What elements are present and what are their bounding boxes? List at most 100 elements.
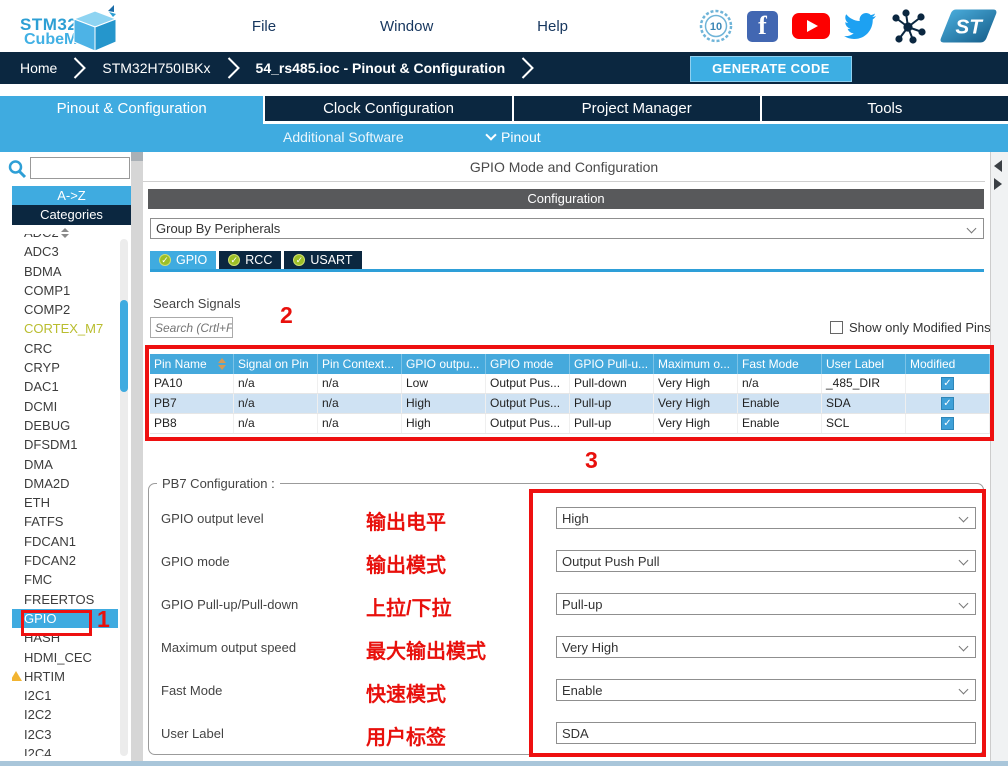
- splitter-handle[interactable]: [131, 152, 143, 161]
- st-logo[interactable]: ST: [940, 7, 998, 45]
- sidebar-item-debug[interactable]: DEBUG: [12, 416, 118, 435]
- sidebar-item-cryp[interactable]: CRYP: [12, 358, 118, 377]
- sidebar-item-fdcan2[interactable]: FDCAN2: [12, 551, 118, 570]
- sidebar-item-fatfs[interactable]: FATFS: [12, 512, 118, 531]
- sidebar-item-label: DMA2D: [24, 476, 70, 491]
- cube-icon: [64, 5, 126, 53]
- show-only-modified-label: Show only Modified Pins: [849, 320, 991, 335]
- sidebar-item-comp2[interactable]: COMP2: [12, 300, 118, 319]
- sidebar-item-label: DFSDM1: [24, 437, 77, 452]
- sidebar-item-adc3[interactable]: ADC3: [12, 242, 118, 261]
- sidebar-item-label: I2C4: [24, 746, 51, 756]
- tab-project-manager[interactable]: Project Manager: [514, 96, 762, 124]
- sidebar-item-i2c2[interactable]: I2C2: [12, 705, 118, 724]
- sidebar-item-i2c1[interactable]: I2C1: [12, 686, 118, 705]
- tab-tools[interactable]: Tools: [762, 96, 1008, 124]
- sort-az-button[interactable]: A->Z: [12, 186, 131, 205]
- show-only-modified-checkbox[interactable]: [830, 321, 843, 334]
- config-label: User Label: [161, 726, 224, 741]
- sidebar-item-label: ADC3: [24, 244, 59, 259]
- sidebar-search-input[interactable]: [30, 157, 130, 179]
- expand-right-arrow-icon[interactable]: [994, 178, 1002, 190]
- additional-software-link[interactable]: Additional Software: [283, 129, 404, 145]
- annotation-number-3: 3: [585, 447, 598, 474]
- config-annotation-cn: 输出电平: [366, 506, 446, 535]
- stm32cubemx-window: STM32 CubeMX File Window Help 10 f: [0, 0, 1008, 771]
- panel-splitter[interactable]: [131, 152, 143, 761]
- sidebar-item-bdma[interactable]: BDMA: [12, 262, 118, 281]
- breadcrumb-item[interactable]: Home: [20, 60, 57, 76]
- breadcrumb: Home STM32H750IBKx 54_rs485.ioc - Pinout &…: [0, 52, 534, 84]
- tab-usart[interactable]: ✓ USART: [284, 251, 361, 269]
- tab-rcc[interactable]: ✓ RCC: [219, 251, 281, 269]
- sidebar-item-dcmi[interactable]: DCMI: [12, 397, 118, 416]
- sidebar-item-comp1[interactable]: COMP1: [12, 281, 118, 300]
- youtube-icon[interactable]: [792, 13, 830, 39]
- signals-search-input[interactable]: [150, 317, 233, 338]
- collapse-left-arrow-icon[interactable]: [994, 160, 1002, 172]
- sidebar-item-label: CORTEX_M7: [24, 321, 103, 336]
- sidebar-item-cortex_m7[interactable]: CORTEX_M7: [12, 319, 118, 338]
- sidebar-item-label: DMA: [24, 457, 53, 472]
- warning-icon: [12, 671, 22, 681]
- top-icons: 10 f ST: [699, 0, 998, 52]
- menu-bar: STM32 CubeMX File Window Help 10 f: [0, 0, 1008, 52]
- tab-pinout-configuration[interactable]: Pinout & Configuration: [0, 96, 265, 124]
- sidebar-item-dma[interactable]: DMA: [12, 455, 118, 474]
- menu-bar-items: File Window Help: [200, 0, 620, 52]
- menu-help[interactable]: Help: [537, 18, 568, 35]
- sidebar-item-hdmi_cec[interactable]: HDMI_CEC: [12, 648, 118, 667]
- sidebar-item-i2c4[interactable]: I2C4: [12, 744, 118, 756]
- sidebar-item-dma2d[interactable]: DMA2D: [12, 474, 118, 493]
- twitter-icon[interactable]: [844, 10, 876, 42]
- ten-years-badge-icon[interactable]: 10: [699, 9, 733, 43]
- sidebar-item-label: FREERTOS: [24, 592, 94, 607]
- sidebar-item-fdcan1[interactable]: FDCAN1: [12, 532, 118, 551]
- sidebar-item-label: CRYP: [24, 360, 60, 375]
- sidebar-scrollbar-thumb[interactable]: [120, 300, 128, 392]
- sidebar-item-crc[interactable]: CRC: [12, 339, 118, 358]
- configuration-section-header: Configuration: [148, 189, 984, 209]
- svg-text:10: 10: [710, 21, 722, 33]
- annotation-number-1: 1: [97, 606, 110, 633]
- sidebar-item-i2c3[interactable]: I2C3: [12, 725, 118, 744]
- sub-bar: Additional Software Pinout: [0, 124, 1008, 152]
- config-annotation-cn: 快速模式: [366, 678, 446, 707]
- tab-clock-configuration[interactable]: Clock Configuration: [265, 96, 513, 124]
- sidebar-item-label: I2C1: [24, 688, 51, 703]
- sidebar-item-dac1[interactable]: DAC1: [12, 377, 118, 396]
- stm32cubemx-logo: STM32 CubeMX: [6, 3, 126, 51]
- annotation-number-2: 2: [280, 302, 293, 329]
- right-collapse-strip: [990, 152, 1008, 761]
- facebook-icon[interactable]: f: [747, 11, 778, 42]
- annotation-box-1: [21, 610, 92, 636]
- search-icon: [7, 159, 27, 179]
- sidebar-item-eth[interactable]: ETH: [12, 493, 118, 512]
- peripheral-list: ADC2 ADC3 BDMA COMP1COMP2 CORTEX_M7 CRC CRYP DA…: [12, 234, 118, 756]
- sidebar-item-adc2[interactable]: ADC2: [12, 234, 118, 242]
- peripheral-tabs: ✓ GPIO ✓ RCC ✓ USART: [150, 251, 362, 269]
- menu-file[interactable]: File: [252, 18, 276, 35]
- sidebar-item-label: DAC1: [24, 379, 59, 394]
- categories-button[interactable]: Categories: [12, 205, 131, 225]
- generate-code-button[interactable]: GENERATE CODE: [690, 56, 852, 82]
- pinout-menu[interactable]: Pinout: [487, 129, 541, 145]
- config-label: GPIO output level: [161, 511, 264, 526]
- menu-window[interactable]: Window: [380, 18, 433, 35]
- sidebar-item-hrtim[interactable]: HRTIM: [12, 667, 118, 686]
- tab-gpio[interactable]: ✓ GPIO: [150, 251, 216, 269]
- sidebar-item-label: DCMI: [24, 399, 57, 414]
- group-by-dropdown[interactable]: Group By Peripherals: [150, 218, 984, 239]
- sidebar-item-label: DEBUG: [24, 418, 70, 433]
- sidebar-item-label: BDMA: [24, 264, 62, 279]
- pinout-menu-label: Pinout: [501, 129, 541, 145]
- pb7-configuration-legend: PB7 Configuration :: [157, 476, 280, 491]
- breadcrumb-item[interactable]: 54_rs485.ioc - Pinout & Configuration: [256, 60, 506, 76]
- breadcrumb-item[interactable]: STM32H750IBKx: [102, 60, 210, 76]
- sidebar-item-label: FDCAN2: [24, 553, 76, 568]
- sidebar-item-fmc[interactable]: FMC: [12, 570, 118, 589]
- svg-text:ST: ST: [955, 15, 984, 38]
- community-icon[interactable]: [890, 8, 926, 44]
- chevron-down-icon: [485, 129, 496, 140]
- sidebar-item-dfsdm1[interactable]: DFSDM1: [12, 435, 118, 454]
